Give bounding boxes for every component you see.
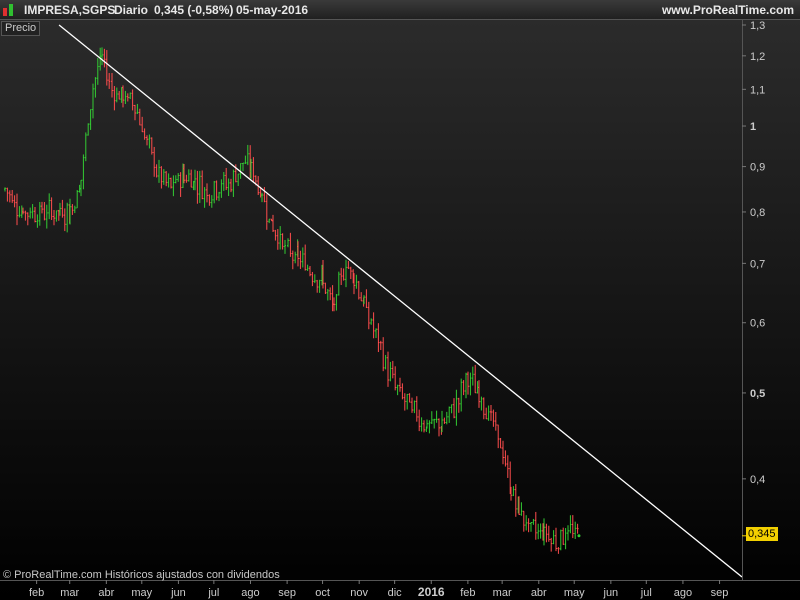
x-tick-label: jun bbox=[603, 587, 619, 599]
x-tick-label: jul bbox=[207, 587, 219, 599]
x-tick-label: mar bbox=[493, 587, 512, 599]
x-tick-label: sep bbox=[278, 587, 296, 599]
y-tick-label: 0,8 bbox=[750, 207, 765, 219]
x-tick-label: mar bbox=[60, 587, 79, 599]
x-tick-label: sep bbox=[711, 587, 729, 599]
x-tick-label: jul bbox=[640, 587, 652, 599]
copyright-note: © ProRealTime.com Históricos ajustados c… bbox=[3, 569, 280, 581]
panel-label: Precio bbox=[1, 21, 41, 36]
y-tick-label: 0,4 bbox=[750, 474, 765, 486]
price-chart[interactable]: 1,3 1,2 1,1 1 0,9 0,8 0,7 0,6 0,5 0,4 feb mar abr may… bbox=[0, 0, 800, 600]
y-tick-label: 0,5 bbox=[750, 388, 765, 400]
y-tick-label: 1,1 bbox=[750, 84, 765, 96]
x-tick-label: dic bbox=[388, 587, 403, 599]
x-tick-label: oct bbox=[315, 587, 330, 599]
x-tick-label: nov bbox=[350, 587, 368, 599]
y-tick-label: 1,2 bbox=[750, 51, 765, 63]
last-point bbox=[577, 534, 581, 538]
x-tick-label: feb bbox=[29, 587, 44, 599]
x-tick-label: 2016 bbox=[418, 585, 445, 599]
last-price-badge: 0,345 bbox=[746, 527, 778, 541]
x-tick-label: may bbox=[564, 587, 585, 599]
y-tick-label: 1 bbox=[750, 121, 756, 133]
x-tick-label: abr bbox=[98, 587, 114, 599]
x-tick-label: ago bbox=[241, 587, 259, 599]
x-tick-label: may bbox=[131, 587, 152, 599]
x-tick-label: feb bbox=[460, 587, 475, 599]
chart-background bbox=[0, 20, 800, 600]
x-tick-label: jun bbox=[170, 587, 186, 599]
x-tick-label: abr bbox=[531, 587, 547, 599]
y-tick-label: 0,6 bbox=[750, 318, 765, 330]
y-tick-label: 0,7 bbox=[750, 258, 765, 270]
y-tick-label: 1,3 bbox=[750, 20, 765, 32]
y-tick-label: 0,9 bbox=[750, 162, 765, 174]
x-tick-label: ago bbox=[674, 587, 692, 599]
